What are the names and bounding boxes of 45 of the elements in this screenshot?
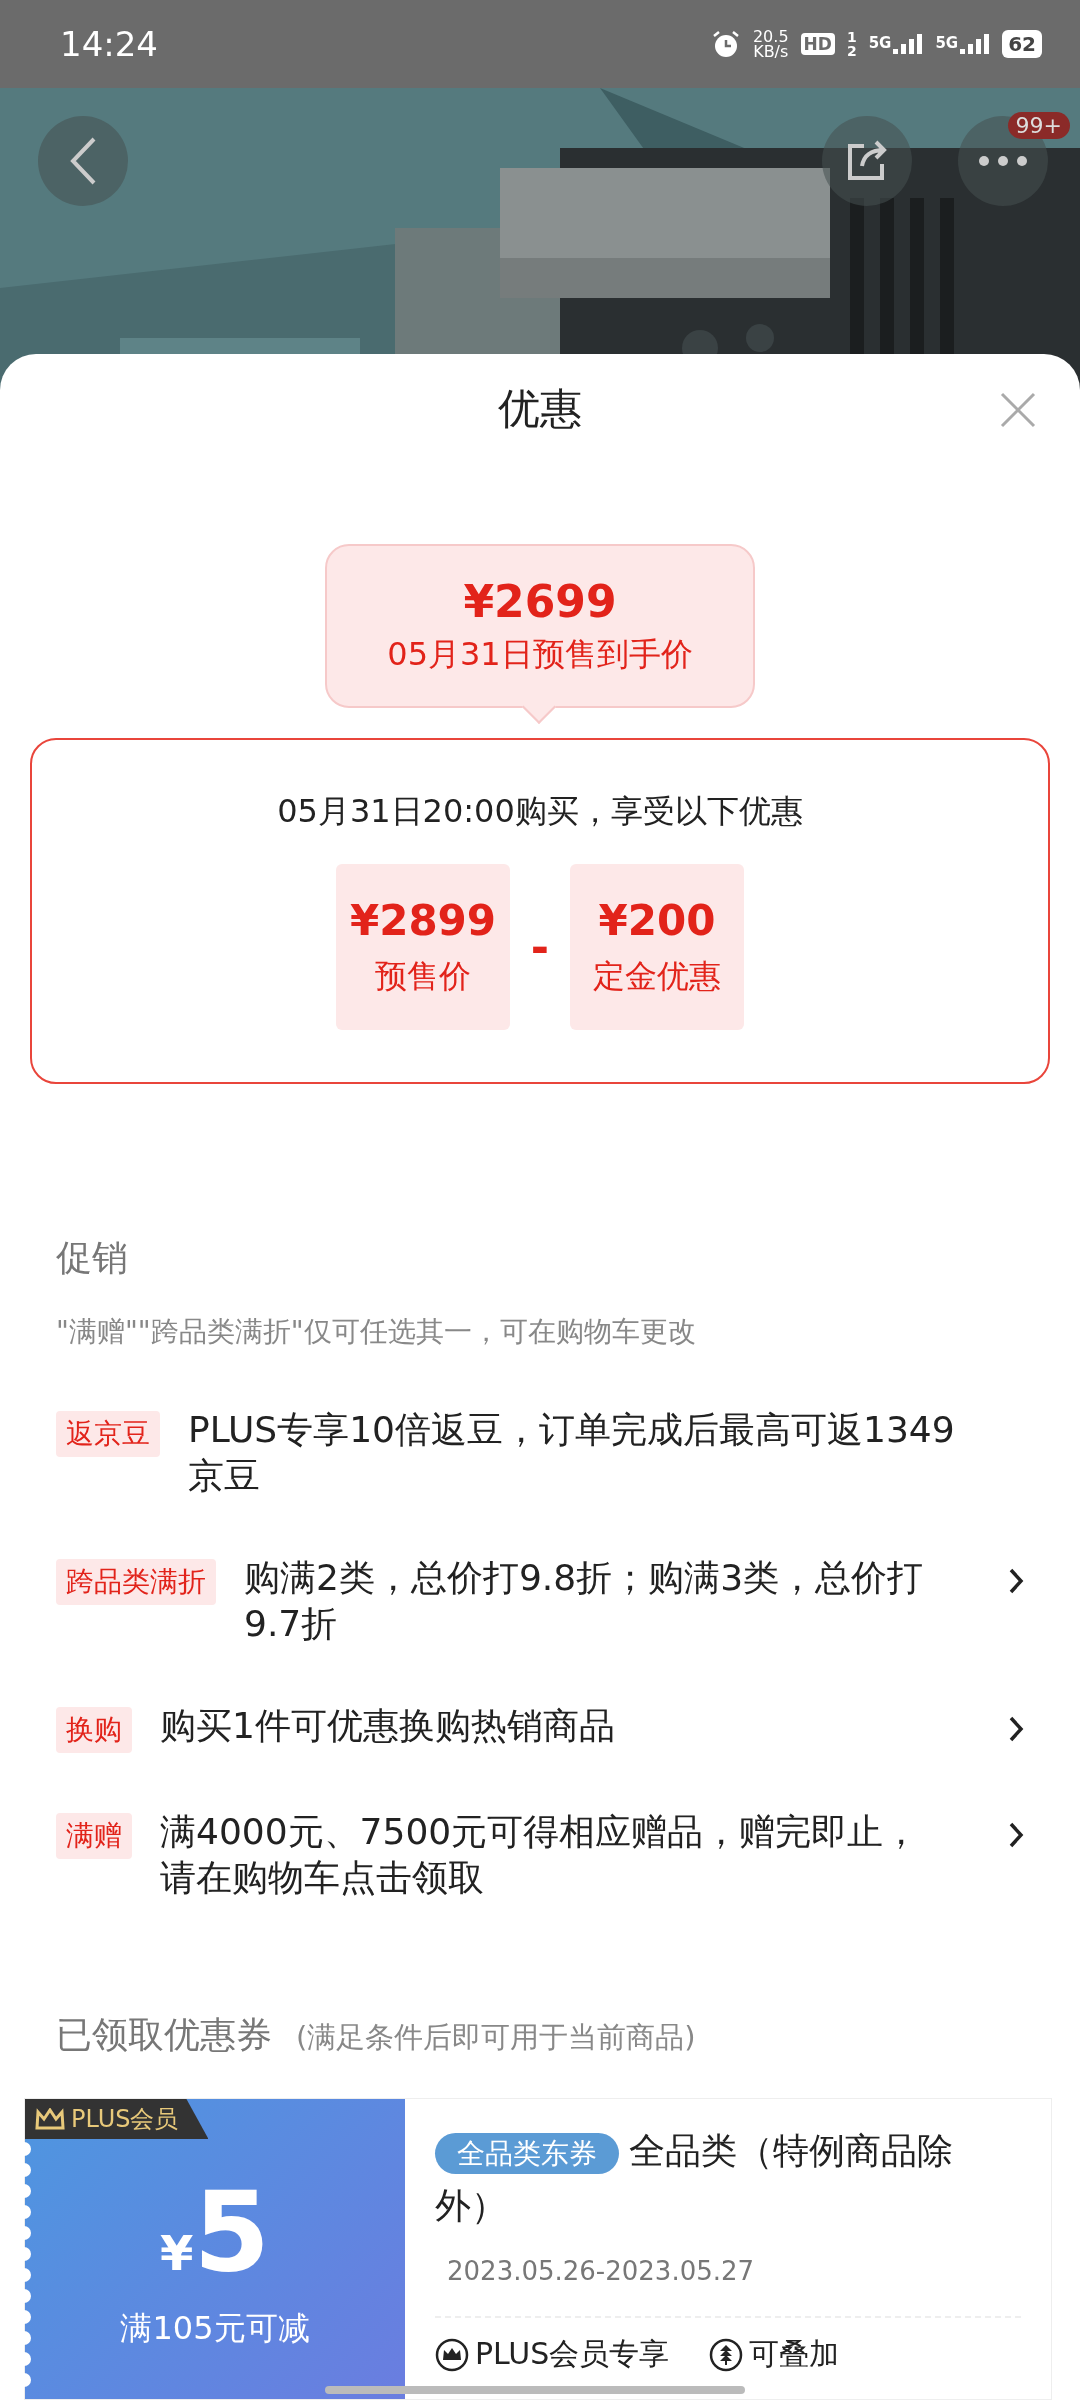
coupon-condition: 满105元可减 [120, 2308, 310, 2349]
signal-icon [893, 34, 924, 54]
promotion-tag: 返京豆 [56, 1411, 160, 1457]
minus-sign: - [529, 921, 551, 973]
network-speed: 20.5 KB/s [752, 29, 789, 59]
price-amount: ¥2899 [349, 895, 497, 945]
section-title: 已领取优惠券 [56, 2013, 272, 2057]
signal-icon [960, 34, 991, 54]
back-icon [68, 136, 98, 186]
promotion-text: PLUS专享10倍返豆，订单完成后最高可返1349京豆 [188, 1408, 956, 1498]
breakdown-caption: 05月31日20:00购买，享受以下优惠 [277, 791, 803, 832]
promotion-tag: 满赠 [56, 1813, 132, 1859]
coupon-amount: ¥5 [160, 2177, 270, 2287]
promotion-text: 满4000元、7500元可得相应赠品，赠完即止，请在购物车点击领取 [160, 1810, 921, 1900]
sheet-title: 优惠 [498, 383, 582, 435]
hd-label: HD [800, 33, 835, 55]
promotion-text: 购买1件可优惠换购热销商品 [160, 1704, 616, 1748]
promotion-text: 购满2类，总价打9.8折；购满3类，总价打9.7折 [244, 1556, 925, 1646]
network-type: 5G [868, 34, 892, 52]
coupon-description: 全品类东券 全品类（特例商品除外） [435, 2129, 954, 2228]
coupon-feature: PLUS会员专享 [475, 2335, 670, 2373]
sim-slots: 1 2 [846, 30, 857, 58]
plus-member-badge: PLUS会员 [25, 2099, 209, 2139]
battery-level: 62 [1002, 30, 1042, 58]
price-label: 定金优惠 [593, 955, 721, 997]
price-amount: ¥200 [598, 895, 716, 945]
status-time: 14:24 [60, 24, 158, 64]
final-price: ¥2699 [463, 575, 617, 627]
section-hint: (满足条件后即可用于当前商品) [296, 2019, 696, 2056]
promotion-tag: 跨品类满折 [56, 1559, 216, 1605]
coupon-feature: 可叠加 [749, 2335, 840, 2373]
network-type: 5G [935, 34, 959, 52]
coupon-card[interactable]: PLUS会员 ¥5 满105元可减 全品类东券 全品类（特例商品除外） 2023.05.26-2023.05.27 PLUS会员专享 可叠加 [24, 2098, 1052, 2400]
promotion-row[interactable]: 换购 购买1件可优惠换购热销商品 [56, 1703, 1024, 1753]
promotion-tag: 换购 [56, 1707, 132, 1753]
promotion-row[interactable]: 满赠 满4000元、7500元可得相应赠品，赠完即止，请在购物车点击领取 [56, 1809, 1024, 1901]
coupon-validity: 2023.05.26-2023.05.27 [447, 2256, 756, 2286]
promotion-note: "满赠""跨品类满折"仅可任选其一，可在购物车更改 [56, 1314, 697, 1350]
close-button[interactable] [998, 390, 1038, 430]
section-title: 促销 [56, 1236, 129, 1280]
final-price-label: 05月31日预售到手价 [387, 633, 693, 675]
crown-icon [435, 2337, 469, 2372]
promotion-row[interactable]: 跨品类满折 购满2类，总价打9.8折；购满3类，总价打9.7折 [56, 1555, 1024, 1647]
more-icon [978, 155, 1028, 167]
price-label: 预售价 [375, 955, 471, 997]
